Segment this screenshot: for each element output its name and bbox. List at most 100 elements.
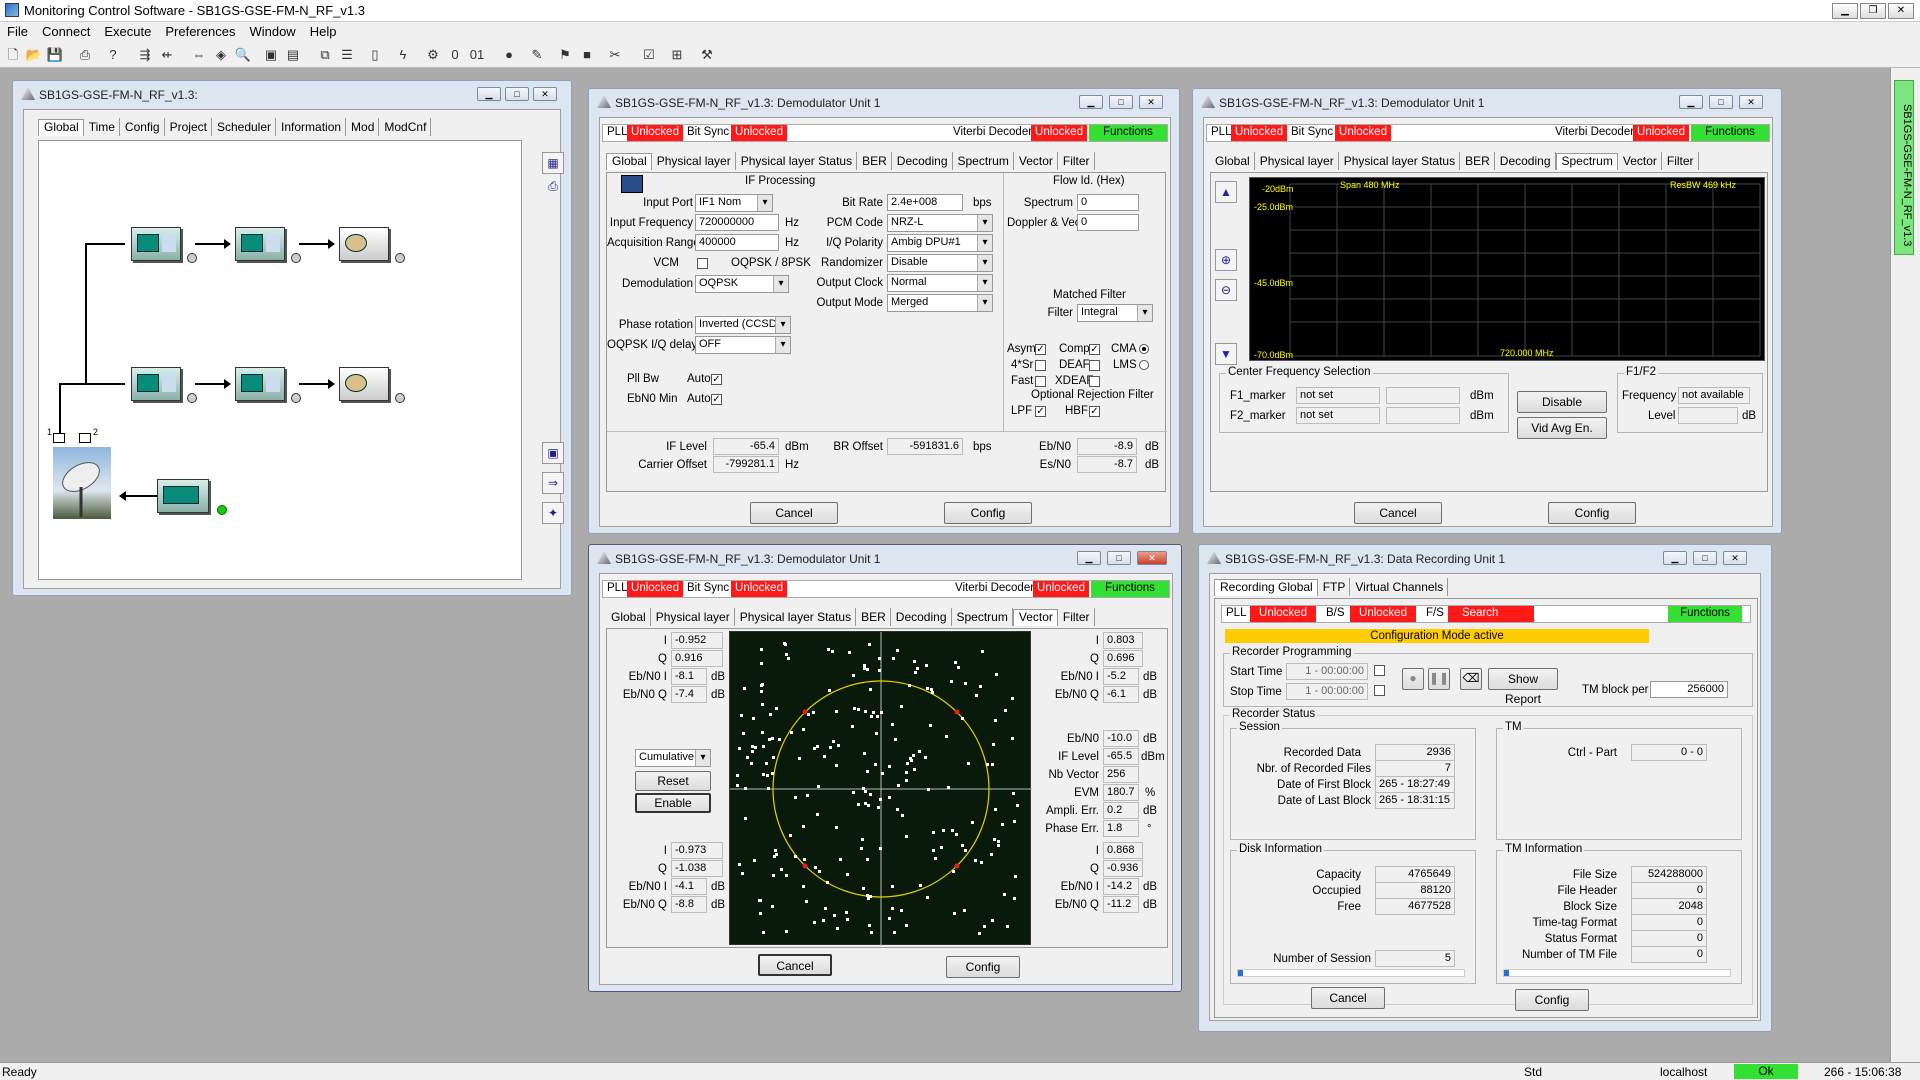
tab-decoding[interactable]: Decoding — [1495, 152, 1556, 170]
tab-information[interactable]: Information — [276, 118, 347, 136]
connect-icon[interactable]: ⇶ — [136, 46, 154, 64]
open-icon[interactable]: 📂 — [25, 46, 43, 64]
tab-mod[interactable]: Mod — [346, 118, 380, 136]
tab-spectrum[interactable]: Spectrum — [953, 152, 1014, 170]
functions-indicator[interactable]: Functions — [1091, 581, 1169, 597]
tab-global[interactable]: Global — [38, 119, 84, 136]
save-icon[interactable]: 💾 — [46, 46, 64, 64]
tab-ftp[interactable]: FTP — [1318, 578, 1351, 596]
port-1[interactable] — [53, 433, 65, 443]
close-button[interactable]: ✕ — [1137, 551, 1167, 565]
spectrum-flow-field[interactable]: 0 — [1077, 194, 1139, 211]
randomizer-select[interactable]: Disable — [887, 254, 993, 272]
tm-block-field[interactable]: 256000 — [1650, 681, 1728, 698]
maximize-button[interactable]: □ — [505, 87, 529, 101]
device-spectrum-analyzer[interactable] — [157, 479, 209, 513]
minimize-button[interactable]: ▁ — [1079, 95, 1103, 109]
zoom-down-icon[interactable]: ▼ — [1215, 343, 1237, 365]
pcm-code-select[interactable]: NRZ-L — [887, 214, 993, 232]
sr4-checkbox[interactable] — [1035, 360, 1046, 371]
tab-physical-layer[interactable]: Physical layer — [1255, 152, 1339, 170]
ebn0-auto-checkbox[interactable]: ✓ — [711, 394, 722, 405]
binary-icon[interactable]: 01 — [468, 46, 486, 64]
input-port-select[interactable]: IF1 Nom — [695, 194, 773, 212]
minimize-button[interactable]: ▁ — [477, 87, 501, 101]
link-icon[interactable]: ◈ — [212, 46, 230, 64]
maximize-button[interactable]: □ — [1709, 95, 1733, 109]
copy-icon[interactable]: ⧉ — [316, 46, 334, 64]
tab-vector[interactable]: Vector — [1012, 609, 1058, 626]
config-button[interactable]: Config — [1548, 502, 1636, 524]
close-button[interactable]: ✕ — [1723, 551, 1747, 565]
tab-vector[interactable]: Vector — [1014, 152, 1058, 170]
lightning-icon[interactable]: ϟ — [394, 46, 412, 64]
comp-checkbox[interactable]: ✓ — [1089, 344, 1100, 355]
tab-decoding[interactable]: Decoding — [892, 152, 953, 170]
show-report-button[interactable]: Show Report — [1488, 668, 1558, 706]
tab-global[interactable]: Global — [606, 153, 652, 170]
zoom-in-icon[interactable]: ⊕ — [1215, 249, 1237, 271]
tab-physical-layer[interactable]: Physical layer — [652, 152, 736, 170]
functions-indicator[interactable]: Functions — [1089, 125, 1167, 141]
disable-button[interactable]: Disable — [1517, 391, 1607, 413]
page-icon[interactable]: ▯ — [366, 46, 384, 64]
cumulative-select[interactable]: Cumulative — [635, 749, 711, 767]
pll-bw-auto-checkbox[interactable]: ✓ — [711, 374, 722, 385]
close-button[interactable]: ✕ — [1739, 95, 1763, 109]
close-button[interactable]: ✕ — [533, 87, 557, 101]
pen-icon[interactable]: ✎ — [528, 46, 546, 64]
vid-avg-button[interactable]: Vid Avg En. — [1517, 417, 1607, 439]
screen-icon[interactable]: ▣ — [542, 442, 564, 464]
tab-scheduler[interactable]: Scheduler — [212, 118, 277, 136]
forward-icon[interactable]: ⇒ — [542, 472, 564, 494]
calendar-icon[interactable]: ▦ — [542, 152, 564, 174]
lms-radio[interactable] — [1139, 360, 1149, 370]
eraser-icon[interactable]: ⌫ — [1460, 668, 1482, 690]
grid-icon[interactable]: ⊞ — [668, 46, 686, 64]
acquisition-range-field[interactable]: 400000 — [695, 234, 779, 251]
cancel-button[interactable]: Cancel — [1354, 502, 1442, 524]
tab-time[interactable]: Time — [84, 118, 120, 136]
minimize-button[interactable]: ▁ — [1679, 95, 1703, 109]
restore-button[interactable]: ❐ — [1860, 3, 1886, 19]
maximize-button[interactable]: □ — [1107, 551, 1131, 565]
functions-indicator[interactable]: Functions — [1691, 125, 1769, 141]
antenna-image[interactable] — [53, 447, 111, 519]
tab-ber[interactable]: BER — [856, 608, 891, 626]
help-icon[interactable]: ? — [104, 46, 122, 64]
maximize-button[interactable]: □ — [1693, 551, 1717, 565]
tab-physical-layer-status[interactable]: Physical layer Status — [735, 608, 857, 626]
tab-ber[interactable]: BER — [857, 152, 892, 170]
close-button[interactable]: ✕ — [1888, 3, 1914, 19]
stop-time-checkbox[interactable] — [1374, 685, 1385, 696]
close-button[interactable]: ✕ — [1139, 95, 1163, 109]
constellation-display[interactable] — [729, 631, 1032, 946]
tab-filter[interactable]: Filter — [1058, 152, 1095, 170]
tab-spectrum[interactable]: Spectrum — [1555, 153, 1618, 170]
minimize-button[interactable]: ▁ — [1832, 3, 1858, 19]
cancel-button[interactable]: Cancel — [750, 502, 838, 524]
minimize-button[interactable]: ▁ — [1663, 551, 1687, 565]
deaf-checkbox[interactable] — [1089, 360, 1100, 371]
tab-physical-layer-status[interactable]: Physical layer Status — [1339, 152, 1461, 170]
lpf-checkbox[interactable]: ✓ — [1035, 406, 1046, 417]
gear-icon[interactable]: ⚙ — [424, 46, 442, 64]
hbf-checkbox[interactable]: ✓ — [1089, 406, 1100, 417]
tab-spectrum[interactable]: Spectrum — [952, 608, 1013, 626]
maximize-button[interactable]: □ — [1109, 95, 1133, 109]
tools-icon[interactable]: ✂ — [606, 46, 624, 64]
tab-filter[interactable]: Filter — [1058, 608, 1095, 626]
reset-button[interactable]: Reset — [635, 771, 711, 791]
tab-virtual-channels[interactable]: Virtual Channels — [1350, 578, 1449, 596]
enable-button[interactable]: Enable — [635, 793, 711, 813]
config-button[interactable]: Config — [944, 502, 1032, 524]
device-recorder-2[interactable] — [339, 367, 389, 401]
record-icon[interactable]: ● — [500, 46, 518, 64]
stop-icon[interactable]: ■ — [578, 46, 596, 64]
device-icon[interactable]: ▣ — [262, 46, 280, 64]
stop-time-field[interactable]: 1 - 00:00:00 — [1286, 683, 1368, 700]
start-time-checkbox[interactable] — [1374, 665, 1385, 676]
tab-global[interactable]: Global — [1210, 152, 1255, 170]
tool-icon[interactable]: ✦ — [542, 502, 564, 524]
zero-icon[interactable]: 0 — [446, 46, 464, 64]
